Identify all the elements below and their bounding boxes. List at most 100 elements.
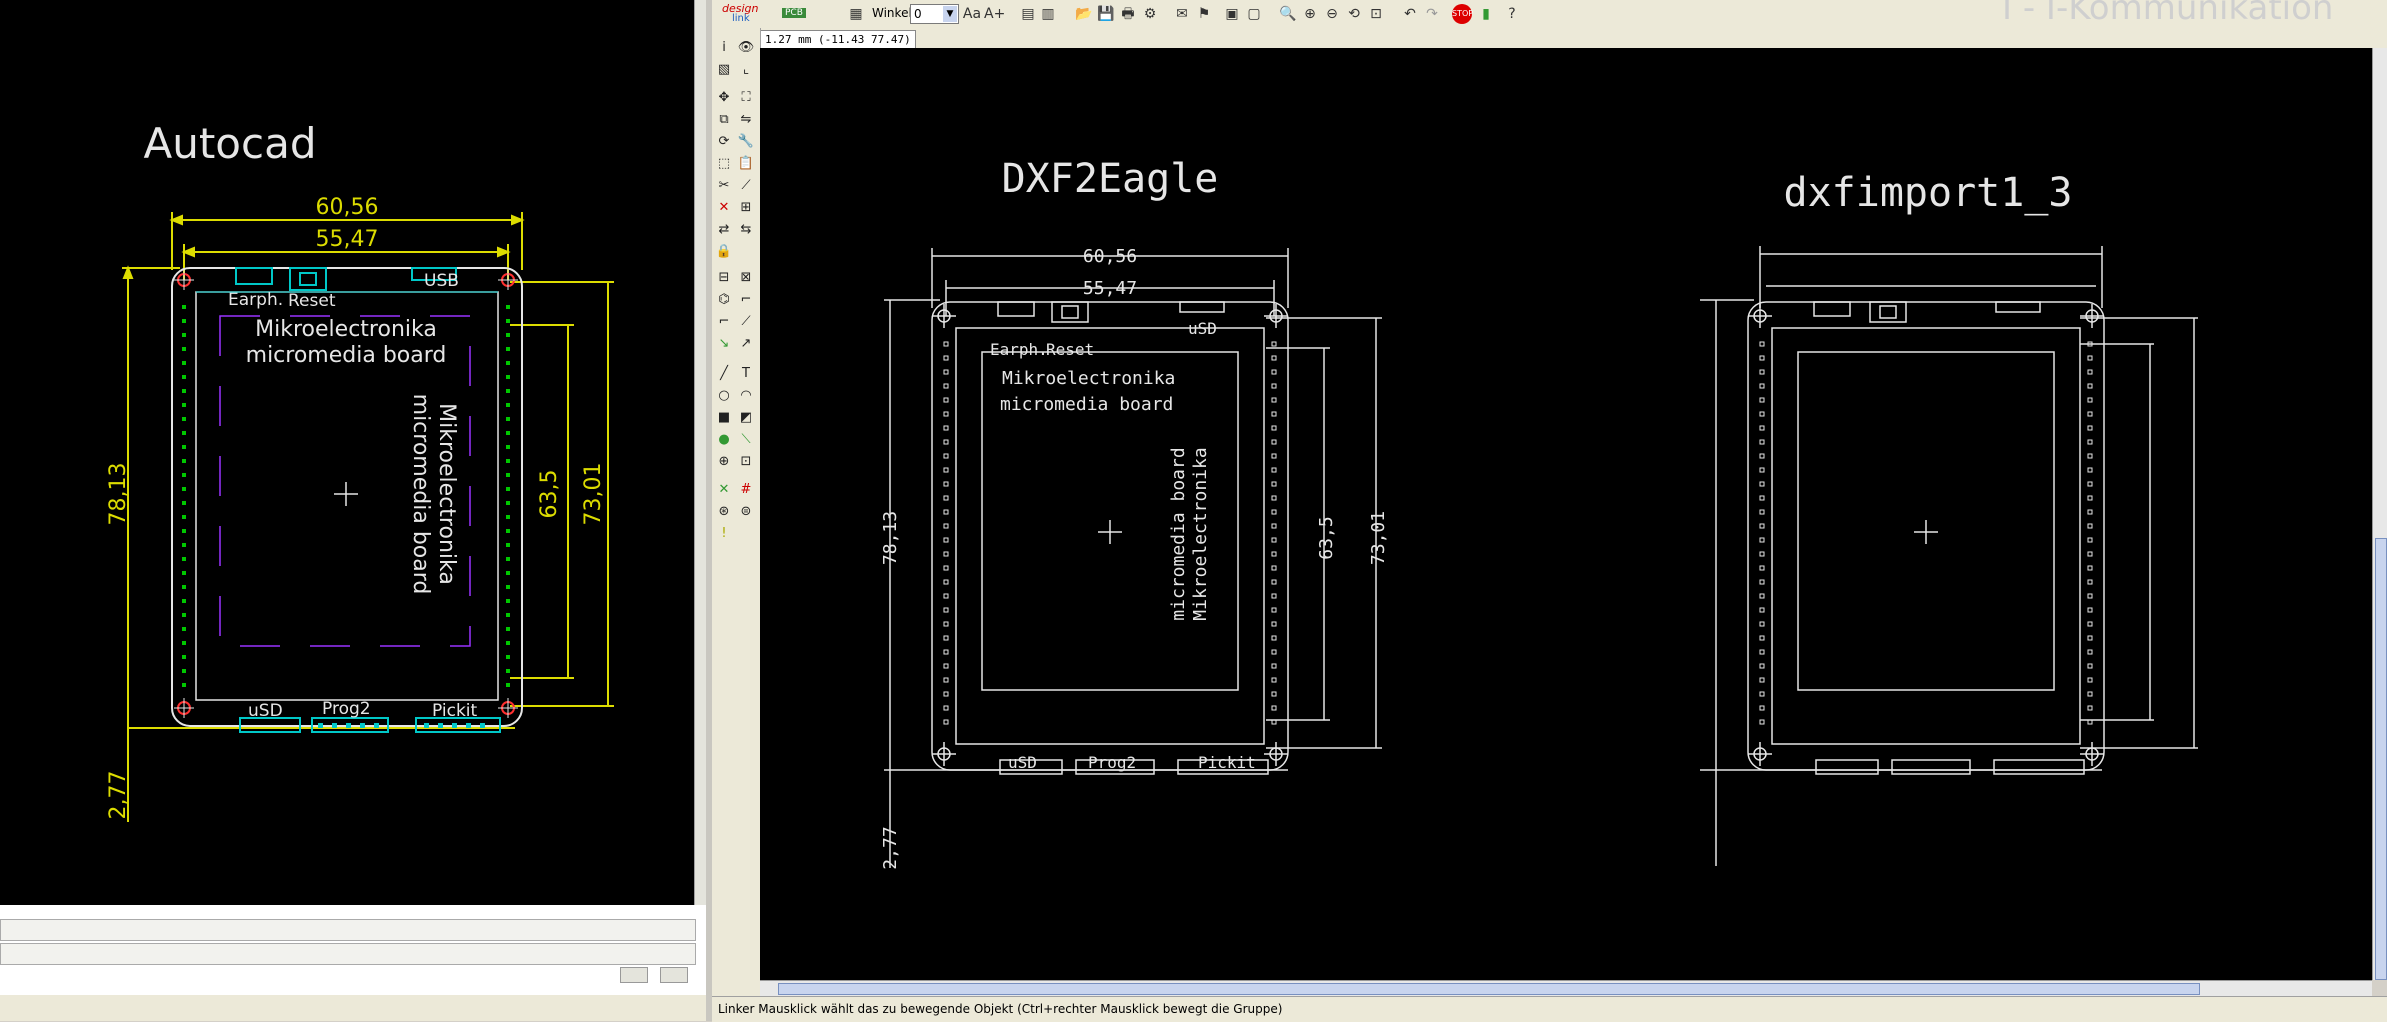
line-icon[interactable]: ╱	[714, 364, 734, 384]
redo-icon[interactable]: ↷	[1422, 4, 1442, 24]
command-line-1[interactable]	[0, 919, 696, 941]
label-prog2: Prog2	[322, 699, 371, 719]
value-icon[interactable]: ⊠	[736, 268, 756, 288]
split-icon[interactable]: ✂	[714, 176, 734, 196]
text-abc-icon[interactable]: Aa	[962, 4, 982, 24]
group-icon[interactable]: ⛶	[736, 88, 756, 108]
columns-icon[interactable]: ▥	[1038, 4, 1058, 24]
dim-label-right-outer: 73,01	[581, 463, 606, 526]
via-icon[interactable]: ↗	[736, 334, 756, 354]
copy-icon[interactable]: ⧉	[714, 110, 734, 130]
smd-icon[interactable]: ⟍	[736, 430, 756, 450]
stop-icon[interactable]: STOP	[1452, 4, 1473, 24]
paste-icon[interactable]: 📋	[736, 154, 756, 174]
rotate-icon[interactable]: ⟳	[714, 132, 734, 152]
undo-icon[interactable]: ↶	[1400, 4, 1420, 24]
eagle-drawing[interactable]: DXF2Eagle 60,56 55,47 78,13 2,77 63,5 73…	[760, 48, 2372, 980]
eagle-board-canvas[interactable]: DXF2Eagle 60,56 55,47 78,13 2,77 63,5 73…	[760, 48, 2372, 980]
move-icon[interactable]: ✥	[714, 88, 734, 108]
mark-icon[interactable]: ⌞	[736, 60, 756, 80]
go-icon[interactable]: ▮	[1476, 4, 1496, 24]
pin-row-left	[182, 305, 186, 687]
display-icon[interactable]: ▧	[714, 60, 734, 80]
status-bar: Linker Mausklick wählt das zu bewegende …	[712, 996, 2387, 1022]
command-line-2[interactable]	[0, 943, 696, 965]
label-reset: Reset	[288, 291, 336, 311]
d2-dim-right-outer: 73,01	[1368, 511, 1389, 565]
d2-board-text-rotated-1: Mikroelectronika	[1190, 447, 1211, 620]
signal-icon[interactable]: ⟋	[736, 312, 756, 332]
angle-select[interactable]: 0 ▼	[910, 4, 959, 24]
layout-icon[interactable]: ▤	[1018, 4, 1038, 24]
scroll-right-button[interactable]	[660, 967, 688, 983]
show-icon[interactable]: 👁	[736, 38, 756, 58]
text-icon[interactable]: T	[736, 364, 756, 384]
select-icon[interactable]: ⬚	[714, 154, 734, 174]
canvas-vertical-scrollbar[interactable]	[2372, 48, 2387, 980]
rect-icon[interactable]: ■	[714, 408, 734, 428]
scroll-left-button[interactable]	[620, 967, 648, 983]
wire-icon[interactable]: ⌐	[714, 312, 734, 332]
replace-icon[interactable]: ⇄	[714, 220, 734, 240]
eagle-toolbar: design link PCB ▦ Winkel: 0 ▼ Aa A+ ▤ ▥ …	[712, 0, 2387, 29]
ratsnest-icon[interactable]: ✕	[714, 480, 734, 500]
circle-icon[interactable]: ○	[714, 386, 734, 406]
zoom-fit-icon[interactable]: 🔍	[1278, 4, 1298, 24]
d2-dim-top-inner: 55,47	[1083, 278, 1137, 299]
delete-icon[interactable]: ✕	[714, 198, 734, 218]
zoom-out-icon[interactable]: ⊖	[1322, 4, 1342, 24]
open-folder-icon[interactable]: 📂	[1074, 4, 1094, 24]
d2-dim-top-outer: 60,56	[1083, 246, 1137, 267]
dim-label-right-inner: 63,5	[537, 470, 562, 519]
cam-icon[interactable]: ⚙	[1140, 4, 1160, 24]
arc-icon[interactable]: ◠	[736, 386, 756, 406]
miter-icon[interactable]: ⟋	[736, 176, 756, 196]
faded-window-title: I - I-Kommunikation	[2002, 0, 2334, 28]
pcb-logo[interactable]: PCB	[782, 8, 806, 18]
polygon-icon[interactable]: ◩	[736, 408, 756, 428]
info-icon[interactable]: i	[714, 38, 734, 58]
d2-dim-bottom: 2,77	[880, 826, 901, 869]
auto-icon[interactable]: #	[736, 480, 756, 500]
d2-board-text-rotated-2: micromedia board	[1168, 447, 1189, 620]
redraw-icon[interactable]: ⟲	[1344, 4, 1364, 24]
ulp-icon[interactable]: ⚑	[1194, 4, 1214, 24]
autocad-viewport[interactable]: Autocad 60,56 55,47 78,13 2,77 63,5 73,0…	[0, 0, 694, 1021]
grid-icon[interactable]: ▦	[846, 4, 866, 24]
autocad-command-area	[0, 905, 706, 1021]
lock-icon[interactable]: 🔒	[714, 242, 734, 262]
d2-label-pickit: Pickit	[1198, 753, 1256, 772]
reset-connector	[289, 267, 327, 291]
zoom-area-icon[interactable]: ⊡	[1366, 4, 1386, 24]
dimension-icon[interactable]: ⊡	[736, 452, 756, 472]
add-icon[interactable]: ⊞	[736, 198, 756, 218]
vertical-scroll-thumb[interactable]	[2375, 538, 2387, 980]
d2-label-prog2: Prog2	[1088, 753, 1136, 772]
text-size-icon[interactable]: A+	[984, 4, 1005, 24]
name-icon[interactable]: ⇆	[736, 220, 756, 240]
pad-icon[interactable]: ●	[714, 430, 734, 450]
print-icon[interactable]: 🖶	[1118, 4, 1138, 24]
canvas-horizontal-scrollbar[interactable]	[760, 980, 2372, 997]
smash-icon[interactable]: ⊟	[714, 268, 734, 288]
optimize-icon[interactable]: ↘	[714, 334, 734, 354]
hole-icon[interactable]: ⊕	[714, 452, 734, 472]
board-icon[interactable]: ▣	[1222, 4, 1242, 24]
schematic-icon[interactable]: ▢	[1244, 4, 1264, 24]
drc-icon[interactable]: ⊜	[736, 502, 756, 522]
erc-icon[interactable]: ⊛	[714, 502, 734, 522]
errors-icon[interactable]: !	[714, 524, 734, 544]
d2-label-reset: Reset	[1046, 340, 1094, 359]
route-icon[interactable]: ⌐	[736, 290, 756, 310]
change-icon[interactable]: 🔧	[736, 132, 756, 152]
horizontal-scroll-thumb[interactable]	[778, 983, 2200, 995]
script-icon[interactable]: ✉	[1172, 4, 1192, 24]
ripup-icon[interactable]: ⌬	[714, 290, 734, 310]
zoom-in-icon[interactable]: ⊕	[1300, 4, 1320, 24]
mirror-icon[interactable]: ⇋	[736, 110, 756, 130]
help-icon[interactable]: ?	[1502, 4, 1522, 24]
chevron-down-icon[interactable]: ▼	[943, 6, 957, 22]
save-icon[interactable]: 💾	[1096, 4, 1116, 24]
autocad-drawing[interactable]: Autocad 60,56 55,47 78,13 2,77 63,5 73,0…	[0, 0, 694, 905]
autocad-title: Autocad	[143, 119, 316, 168]
